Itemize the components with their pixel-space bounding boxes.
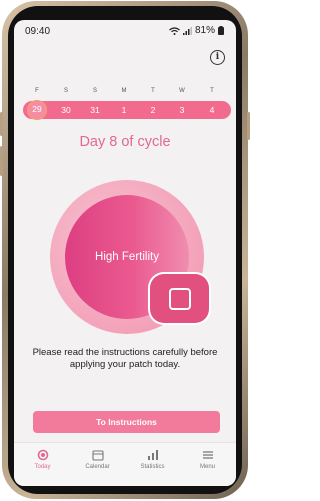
tab-label: Today (34, 464, 51, 470)
calendar-icon (91, 450, 104, 461)
tab-today[interactable]: Today (15, 447, 70, 483)
cycle-day-title: Day 8 of cycle (79, 134, 171, 150)
weekday-labels: F S S M T W T (23, 88, 227, 98)
status-icons: 81% (169, 25, 224, 36)
status-time: 09:40 (25, 26, 51, 37)
weekday-label: T (210, 88, 214, 94)
weekday-label: S (92, 88, 97, 94)
date-item-selected[interactable]: 29 (27, 100, 47, 120)
weekday-label: M (121, 88, 127, 94)
phone-side-button (0, 112, 3, 136)
tab-statistics[interactable]: Statistics (125, 447, 180, 483)
signal-icon (182, 26, 192, 35)
today-icon (37, 449, 48, 461)
info-icon[interactable]: i (210, 50, 225, 65)
to-instructions-button[interactable]: To Instructions (33, 411, 220, 433)
patch-icon (168, 287, 191, 310)
bottom-tab-bar: Today Calendar Statistics Menu (14, 442, 236, 486)
date-item[interactable]: 30 (56, 101, 76, 119)
tab-label: Statistics (140, 464, 165, 470)
tab-calendar[interactable]: Calendar (70, 447, 125, 483)
menu-icon (202, 451, 213, 459)
date-item[interactable]: 3 (172, 101, 192, 119)
wifi-icon (169, 26, 180, 35)
battery-icon (218, 26, 224, 35)
tab-menu[interactable]: Menu (180, 447, 235, 483)
fertility-status: High Fertility (95, 251, 159, 263)
patch-badge[interactable] (150, 274, 209, 323)
status-bar: 09:40 81% (14, 20, 236, 44)
phone-side-button (0, 146, 3, 176)
weekday-label: T (151, 88, 155, 94)
battery-percent: 81% (194, 25, 215, 36)
date-item[interactable]: 1 (114, 101, 134, 119)
weekday-label: S (63, 88, 68, 94)
instruction-text: Please read the instructions carefully b… (32, 347, 218, 370)
statistics-icon (147, 450, 158, 460)
tab-label: Calendar (85, 464, 110, 470)
date-item[interactable]: 4 (202, 101, 222, 119)
app-screen: 09:40 81% i F S S M T W T 29 30 31 1 2 3… (14, 20, 236, 486)
date-item[interactable]: 2 (143, 101, 163, 119)
date-strip: 29 30 31 1 2 3 4 (23, 100, 231, 120)
tab-label: Menu (199, 464, 215, 470)
weekday-label: W (179, 88, 185, 94)
weekday-label: F (35, 88, 39, 94)
phone-side-button (247, 112, 250, 140)
date-item[interactable]: 31 (85, 101, 105, 119)
